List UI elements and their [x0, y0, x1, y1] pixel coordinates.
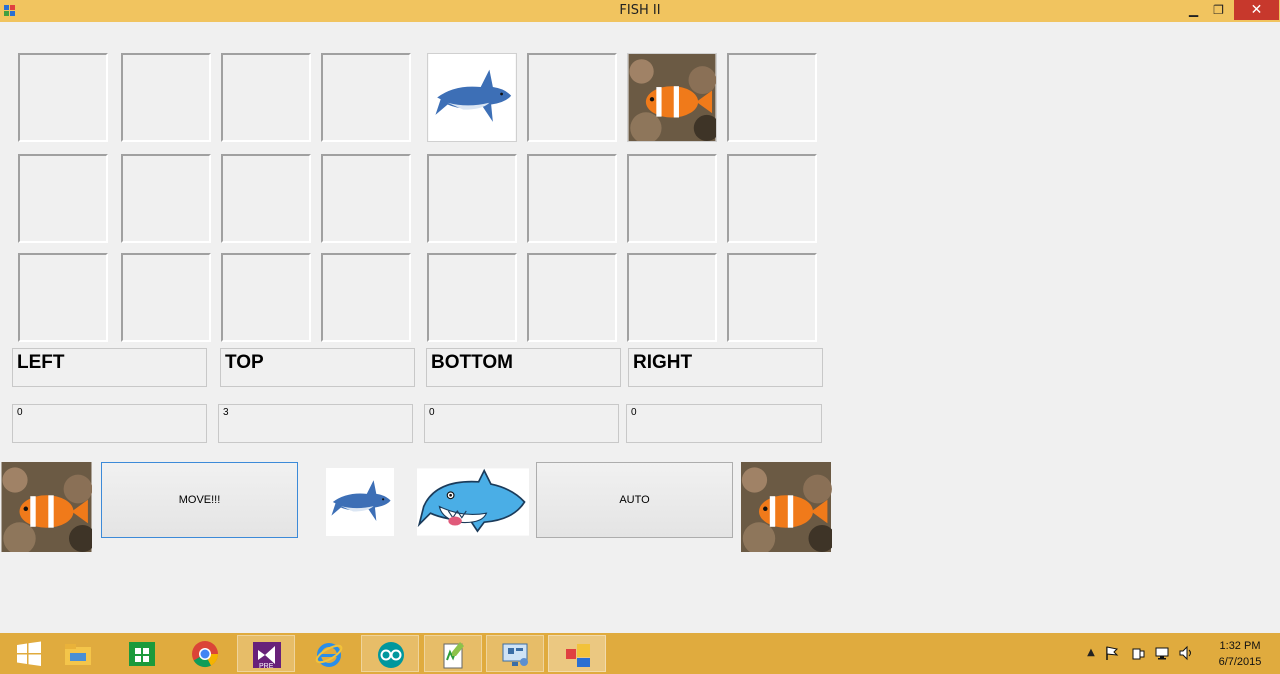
chrome-icon[interactable]	[176, 635, 234, 672]
clock[interactable]: 1:32 PM 6/7/2015	[1205, 638, 1275, 670]
grid-cell	[427, 53, 517, 142]
grid-cell	[221, 154, 311, 243]
grid-cell	[18, 53, 108, 142]
grid-cell	[727, 253, 817, 342]
label-right: RIGHT	[628, 348, 823, 387]
label-left: LEFT	[12, 348, 207, 387]
clownfish-image-right	[740, 462, 832, 552]
cartoon-shark-image	[417, 468, 529, 536]
network-icon[interactable]	[1154, 645, 1170, 661]
grid-cell	[627, 154, 717, 243]
store-icon[interactable]	[113, 635, 171, 672]
label-bottom: BOTTOM	[426, 348, 621, 387]
grid-cell	[627, 53, 717, 142]
power-icon[interactable]	[1130, 645, 1146, 661]
grid-cell	[221, 53, 311, 142]
minimize-icon[interactable]: ▁	[1180, 0, 1207, 20]
taskbar: PRE ▲ 1:32 PM 6/7/2015	[0, 633, 1280, 674]
shark-image	[428, 54, 516, 141]
value-right: 0	[626, 404, 822, 443]
label-top: TOP	[220, 348, 415, 387]
clownfish-image-left	[1, 462, 92, 552]
flag-icon[interactable]	[1104, 645, 1120, 661]
move-button[interactable]: MOVE!!!	[101, 462, 298, 538]
notepadpp-icon[interactable]	[424, 635, 482, 672]
svg-text:PRE: PRE	[259, 663, 274, 670]
remote-desktop-icon[interactable]	[486, 635, 544, 672]
auto-button[interactable]: AUTO	[536, 462, 733, 538]
close-icon[interactable]: ✕	[1234, 0, 1279, 20]
shark-image	[304, 468, 416, 536]
clock-time: 1:32 PM	[1219, 640, 1261, 652]
volume-icon[interactable]	[1178, 645, 1194, 661]
grid-cell	[427, 154, 517, 243]
window-title: FISH II	[619, 3, 661, 18]
grid-cell	[18, 253, 108, 342]
internet-explorer-icon[interactable]	[300, 635, 358, 672]
arduino-icon[interactable]	[361, 635, 419, 672]
grid-cell	[627, 253, 717, 342]
visual-studio-icon[interactable]: PRE	[237, 635, 295, 672]
grid-cell	[221, 253, 311, 342]
grid-cell	[321, 253, 411, 342]
fish-app-icon[interactable]	[548, 635, 606, 672]
value-bottom: 0	[424, 404, 619, 443]
grid-cell	[321, 154, 411, 243]
grid-cell	[427, 253, 517, 342]
grid-cell	[321, 53, 411, 142]
grid-cell	[727, 53, 817, 142]
value-top: 3	[218, 404, 413, 443]
clock-date: 6/7/2015	[1218, 656, 1262, 668]
show-hidden-icon[interactable]: ▲	[1083, 645, 1099, 661]
clownfish-image	[628, 54, 716, 141]
value-left: 0	[12, 404, 207, 443]
title-bar: FISH II ▁ ❐ ✕	[0, 0, 1280, 22]
grid-cell	[18, 154, 108, 243]
grid-cell	[527, 53, 617, 142]
grid-cell	[121, 253, 211, 342]
grid-cell	[121, 53, 211, 142]
restore-icon[interactable]: ❐	[1205, 0, 1232, 20]
grid-cell	[121, 154, 211, 243]
grid-cell	[727, 154, 817, 243]
grid-cell	[527, 154, 617, 243]
grid-cell	[527, 253, 617, 342]
file-explorer-icon[interactable]	[49, 635, 107, 672]
